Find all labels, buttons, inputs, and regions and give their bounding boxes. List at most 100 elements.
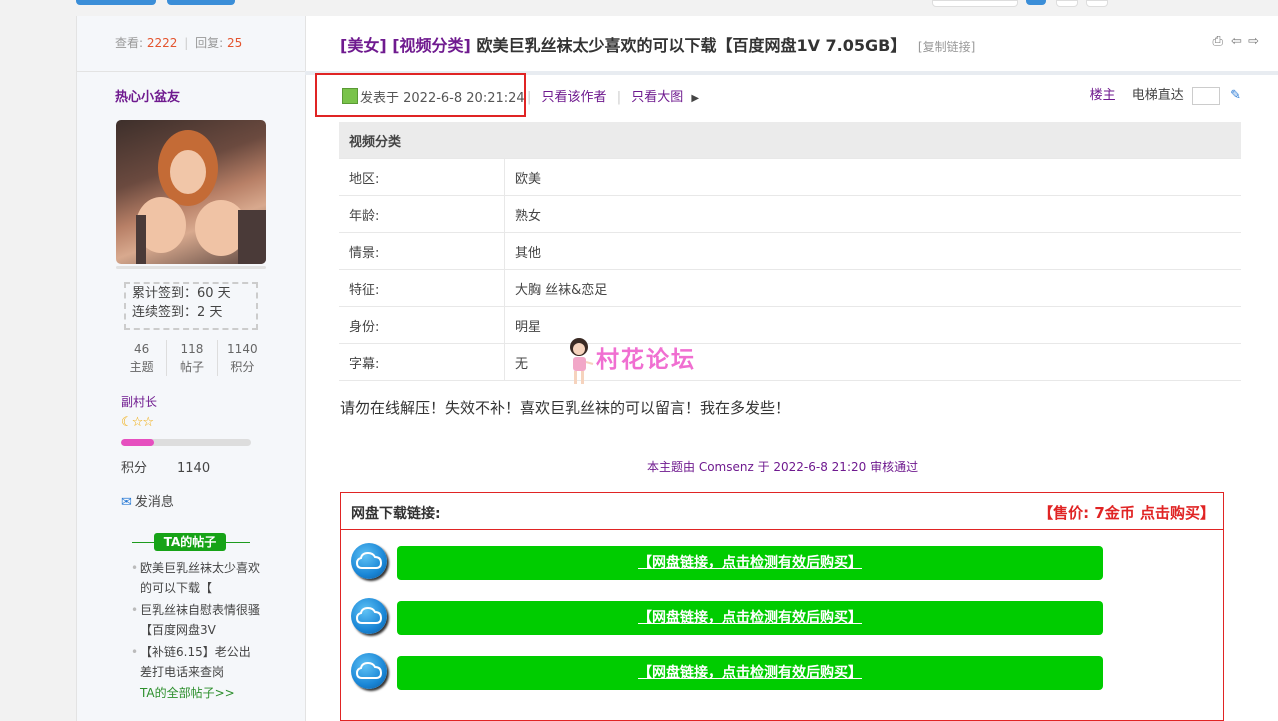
table-value: 明星	[504, 306, 1241, 344]
table-row: 身份: 明星	[339, 306, 1241, 344]
ta-posts-list: 欧美巨乳丝袜太少喜欢的可以下载【 巨乳丝袜自慰表情很骚【百度网盘3V 【补链6.…	[131, 558, 261, 684]
post-time-highlight: 发表于 2022-6-8 20:21:24	[315, 73, 526, 117]
prev-icon[interactable]: ⇦	[1231, 34, 1242, 49]
avatar[interactable]	[116, 120, 266, 264]
table-row: 年龄: 熟女	[339, 195, 1241, 233]
count-label: 积分	[230, 360, 255, 374]
replies-count: 25	[227, 36, 243, 50]
count-posts[interactable]: 118 帖子	[167, 340, 218, 376]
only-big-image-link[interactable]: 只看大图	[631, 90, 683, 105]
table-row: 字幕: 无	[339, 343, 1241, 381]
download-link-button[interactable]: 【网盘链接，点击检测有效后购买】	[397, 601, 1103, 635]
count-value: 118	[180, 342, 204, 356]
buy-price-link[interactable]: 【售价: 7金币 点击购买】	[1038, 502, 1215, 523]
download-box: 网盘下载链接: 【售价: 7金币 点击购买】 【网盘链接，点击检测有效后购买】 …	[340, 492, 1224, 721]
sign-in-stats: 累计签到：60 天 连续签到：2 天	[124, 282, 258, 330]
score-row: 积分 1140	[121, 457, 210, 476]
category-tag[interactable]: [视频分类]	[392, 36, 471, 55]
ta-posts-title: TA的帖子	[154, 533, 226, 551]
thread-tools: ⎙ ⇦ ⇨	[1213, 34, 1260, 49]
author-counts: 46 主题 118 帖子 1140 积分	[117, 340, 267, 376]
count-value: 1140	[227, 342, 258, 356]
top-button[interactable]	[167, 0, 235, 5]
table-row: 情景: 其他	[339, 232, 1241, 270]
views-count: 2222	[146, 36, 178, 50]
download-header: 网盘下载链接: 【售价: 7金币 点击购买】	[341, 493, 1223, 530]
sign-streak: 连续签到：2 天	[132, 305, 223, 320]
title-text: 欧美巨乳丝袜太少喜欢的可以下载【百度网盘1V 7.05GB】	[476, 36, 907, 55]
top-button[interactable]	[76, 0, 156, 5]
avatar-shadow	[116, 266, 266, 269]
rank-stars: ☾☆☆	[121, 415, 154, 430]
table-value: 欧美	[504, 158, 1241, 196]
user-rank[interactable]: 副村长	[121, 393, 157, 410]
download-link-button[interactable]: 【网盘链接，点击检测有效后购买】	[397, 546, 1103, 580]
girl-mascot-icon	[570, 338, 594, 384]
table-key: 字幕:	[339, 343, 505, 381]
page-button[interactable]	[1026, 0, 1046, 5]
page-button[interactable]	[1056, 0, 1078, 7]
online-status-icon	[342, 88, 358, 104]
cloud-icon	[351, 653, 387, 689]
score-label: 积分	[121, 461, 148, 476]
download-row: 【网盘链接，点击检测有效后购买】	[351, 543, 1211, 581]
table-value: 熟女	[504, 195, 1241, 233]
page-button[interactable]	[1086, 0, 1108, 7]
table-key: 情景:	[339, 232, 505, 270]
table-row: 地区: 欧美	[339, 158, 1241, 196]
download-row: 【网盘链接，点击检测有效后购买】	[351, 653, 1211, 691]
post-body: 请勿在线解压！失效不补！喜欢巨乳丝袜的可以留言！我在多发些！	[340, 399, 791, 417]
cloud-icon	[351, 543, 387, 579]
count-value: 46	[134, 342, 150, 356]
ta-posts-header: TA的帖子	[132, 533, 250, 551]
ta-all-posts-link[interactable]: TA的全部帖子>>	[140, 684, 235, 701]
star-icon: ☆	[131, 415, 144, 430]
table-row: 特征: 大胸 丝袜&恋足	[339, 269, 1241, 307]
approval-notice: 本主题由 Comsenz 于 2022-6-8 21:20 审核通过	[647, 460, 919, 474]
table-title: 视频分类	[339, 122, 1241, 159]
top-button[interactable]	[932, 0, 1018, 7]
only-author-link[interactable]: 只看该作者	[542, 90, 607, 105]
views-label: 查看:	[115, 36, 144, 50]
table-key: 特征:	[339, 269, 505, 307]
caret-right-icon[interactable]: ▶	[691, 93, 699, 104]
table-header-row: 视频分类	[339, 122, 1241, 159]
list-item[interactable]: 欧美巨乳丝袜太少喜欢的可以下载【	[131, 558, 261, 598]
avatar-image	[136, 130, 266, 264]
count-label: 主题	[129, 360, 154, 374]
next-icon[interactable]: ⇨	[1248, 34, 1259, 49]
score-value: 1140	[177, 461, 211, 476]
watermark-text: 村花论坛	[596, 347, 696, 373]
table-key: 年龄:	[339, 195, 505, 233]
video-info-table: 视频分类 地区: 欧美 年龄: 熟女 情景: 其他 特征: 大胸 丝袜&恋足 身…	[339, 122, 1241, 381]
print-icon[interactable]: ⎙	[1213, 34, 1223, 49]
category-tag[interactable]: [美女]	[340, 36, 387, 55]
count-score[interactable]: 1140 积分	[218, 340, 267, 376]
post-filters: | 只看该作者 | 只看大图 ▶	[527, 90, 700, 105]
download-title: 网盘下载链接:	[351, 506, 441, 522]
copy-link[interactable]: [复制链接]	[918, 40, 975, 54]
star-icon: ☆	[142, 415, 154, 430]
count-topics[interactable]: 46 主题	[117, 340, 168, 376]
thread-title: [美女] [视频分类] 欧美巨乳丝袜太少喜欢的可以下载【百度网盘1V 7.05G…	[340, 32, 975, 56]
post-time: 发表于 2022-6-8 20:21:24	[360, 91, 525, 106]
sign-total: 累计签到：60 天	[132, 286, 231, 301]
download-row: 【网盘链接，点击检测有效后购买】	[351, 598, 1211, 636]
replies-label: 回复:	[195, 36, 224, 50]
elevator-input[interactable]	[1191, 86, 1220, 105]
list-item[interactable]: 【补链6.15】老公出差打电话来查岗	[131, 642, 261, 682]
thread-header: 查看: 2222 | 回复: 25 [美女] [视频分类] 欧美巨乳丝袜太少喜欢…	[77, 16, 1278, 72]
table-value: 其他	[504, 232, 1241, 270]
go-icon[interactable]: ✎	[1230, 88, 1241, 103]
level-progress-bar	[121, 439, 251, 446]
count-label: 帖子	[179, 360, 204, 374]
mail-icon: ✉	[121, 495, 132, 510]
cloud-icon	[351, 598, 387, 634]
download-link-button[interactable]: 【网盘链接，点击检测有效后购买】	[397, 656, 1103, 690]
top-toolbar	[0, 0, 1278, 8]
list-item[interactable]: 巨乳丝袜自慰表情很骚【百度网盘3V	[131, 600, 261, 640]
author-name[interactable]: 热心小盆友	[115, 86, 180, 105]
floor-label[interactable]: 楼主	[1090, 88, 1116, 103]
thread-stats: 查看: 2222 | 回复: 25	[115, 36, 243, 50]
send-message-link[interactable]: ✉ 发消息	[121, 491, 174, 510]
